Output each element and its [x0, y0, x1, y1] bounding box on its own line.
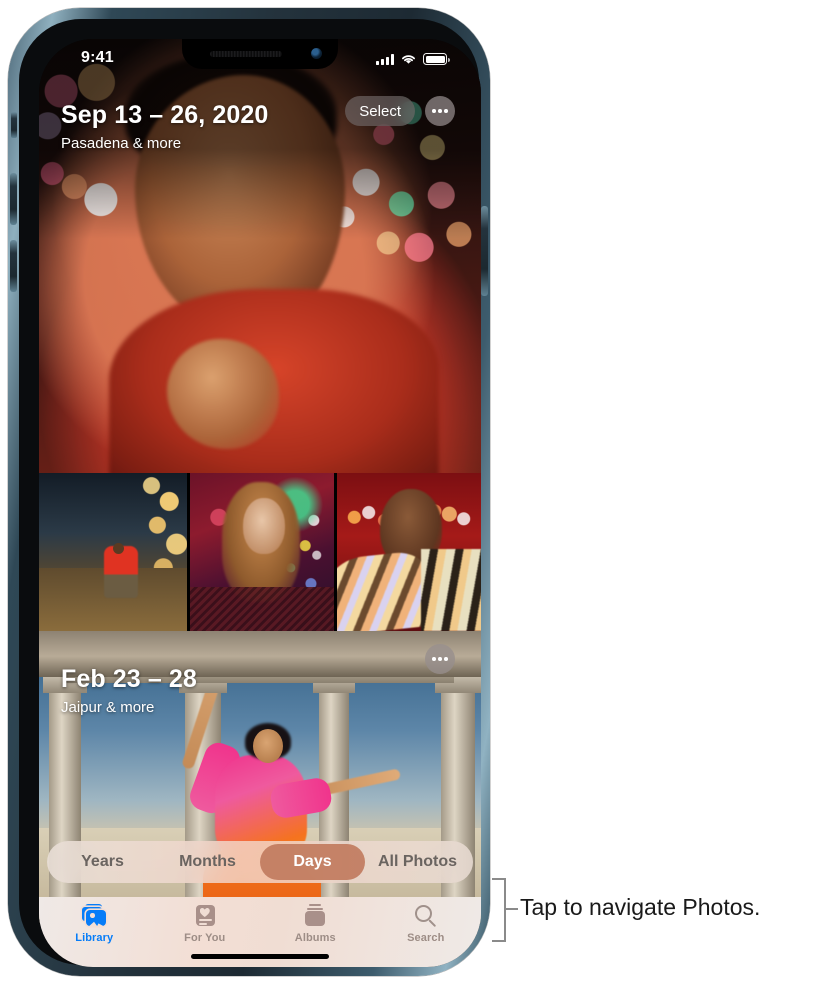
- photo-grid-row: [39, 473, 481, 631]
- photo-thumbnail[interactable]: [337, 473, 481, 631]
- mute-switch-button[interactable]: [11, 112, 17, 138]
- day-group-title: Sep 13 – 26, 2020: [61, 101, 269, 129]
- device-notch: [182, 39, 338, 69]
- tab-label: For You: [184, 932, 226, 944]
- day-group-location: Pasadena & more: [61, 135, 182, 152]
- photo-thumbnail[interactable]: [190, 473, 334, 631]
- device-bezel: 9:41 Sep 13 – 26, 2020 Pasadena & more S…: [19, 19, 481, 967]
- select-button[interactable]: Select: [345, 96, 415, 126]
- status-bar-time: 9:41: [81, 49, 114, 66]
- callout-bracket: [492, 878, 506, 942]
- volume-up-button[interactable]: [10, 173, 17, 225]
- tab-label: Library: [75, 932, 114, 944]
- more-options-button[interactable]: [425, 644, 455, 674]
- timeline-segmented-control[interactable]: Years Months Days All Photos: [47, 841, 473, 883]
- photo-thumbnail-image: [337, 473, 481, 631]
- segment-all-photos[interactable]: All Photos: [365, 844, 470, 880]
- earpiece-speaker: [210, 51, 282, 57]
- photo-thumbnail[interactable]: [39, 473, 187, 631]
- device-screen: 9:41 Sep 13 – 26, 2020 Pasadena & more S…: [39, 39, 481, 967]
- callout-leader-line: [506, 908, 518, 910]
- tab-label: Albums: [294, 932, 336, 944]
- tab-label: Search: [407, 932, 445, 944]
- status-bar-indicators: [376, 53, 450, 65]
- tab-search[interactable]: Search: [371, 904, 482, 944]
- day-group-title: Feb 23 – 28: [61, 665, 197, 693]
- screenshot-root: 9:41 Sep 13 – 26, 2020 Pasadena & more S…: [0, 0, 827, 990]
- callout-label: Tap to navigate Photos.: [520, 894, 761, 920]
- battery-icon: [423, 53, 450, 65]
- photos-app: 9:41 Sep 13 – 26, 2020 Pasadena & more S…: [39, 39, 481, 967]
- power-button[interactable]: [481, 206, 488, 296]
- magnifier-icon: [412, 904, 440, 928]
- albums-stack-icon: [301, 904, 329, 928]
- signal-bars-icon: [376, 54, 394, 65]
- segment-years[interactable]: Years: [50, 844, 155, 880]
- iphone-device-frame: 9:41 Sep 13 – 26, 2020 Pasadena & more S…: [8, 8, 490, 976]
- segment-days[interactable]: Days: [260, 844, 365, 880]
- front-camera: [311, 48, 322, 59]
- more-options-button[interactable]: [425, 96, 455, 126]
- photo-stack-icon: [80, 904, 108, 928]
- segment-months[interactable]: Months: [155, 844, 260, 880]
- tab-for-you[interactable]: For You: [150, 904, 261, 944]
- tab-library[interactable]: Library: [39, 904, 150, 944]
- photo-thumbnail-image: [190, 473, 334, 631]
- tab-albums[interactable]: Albums: [260, 904, 371, 944]
- photo-thumbnail-image: [39, 473, 187, 631]
- day-group-location: Jaipur & more: [61, 699, 155, 716]
- home-indicator[interactable]: [191, 954, 329, 959]
- for-you-card-icon: [191, 904, 219, 928]
- wifi-icon: [402, 55, 415, 64]
- volume-down-button[interactable]: [10, 240, 17, 292]
